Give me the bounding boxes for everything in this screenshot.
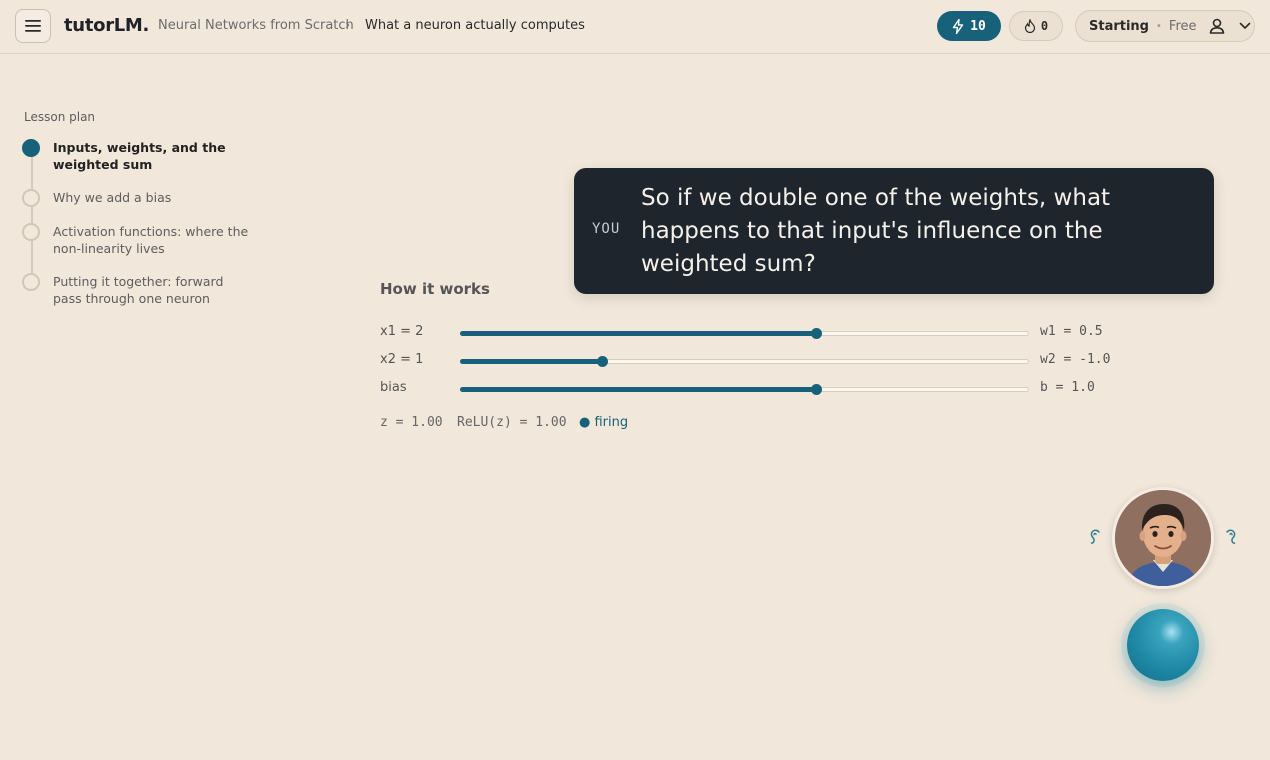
logo[interactable]: tutorLM. (64, 15, 149, 36)
slider-label: x1 = 2 (380, 324, 424, 339)
voice-orb[interactable] (1127, 609, 1199, 681)
slider-value: w2 = -1.0 (1040, 352, 1111, 367)
breadcrumb-lesson: What a neuron actually computes (365, 18, 585, 33)
speech-message: So if we double one of the weights, what… (641, 185, 1111, 277)
slider-label: x2 = 1 (380, 352, 424, 367)
step-node (22, 223, 40, 241)
tutor-avatar[interactable] (1112, 487, 1214, 589)
lightning-icon (952, 18, 964, 34)
streak-badge[interactable]: 0 (1009, 11, 1063, 41)
slider-bias[interactable]: bias b = 1.0 (380, 379, 1120, 399)
speech-bubble: YOU So if we double one of the weights, … (574, 168, 1214, 294)
slider-fill (460, 331, 816, 336)
slider-x2[interactable]: x2 = 1 w2 = -1.0 (380, 351, 1120, 371)
energy-badge[interactable]: 10 (937, 11, 1001, 41)
firing-status: ● firing (579, 415, 629, 430)
flame-icon (1024, 19, 1035, 33)
slider-value: w1 = 0.5 (1040, 324, 1103, 339)
speaker-label: YOU (592, 221, 621, 237)
account-menu[interactable]: Starting • Free (1075, 10, 1255, 42)
relu-value: ReLU(z) = 1.00 (457, 415, 567, 430)
breadcrumb-course[interactable]: Neural Networks from Scratch (158, 18, 354, 33)
slider-value: b = 1.0 (1040, 380, 1095, 395)
z-value: z = 1.00 (380, 415, 443, 430)
lesson-step-label: Activation functions: where the non-line… (53, 224, 249, 256)
slider-fill (460, 387, 816, 392)
lesson-timeline (31, 150, 33, 288)
step-node-active (22, 139, 40, 157)
plan-separator: • (1156, 20, 1162, 32)
ear-icon (1090, 529, 1100, 544)
widget-title: How it works (380, 280, 490, 298)
slider-fill (460, 359, 603, 364)
slider-label: bias (380, 380, 407, 395)
plan-level: Starting (1089, 18, 1149, 34)
lesson-step-label: Putting it together: forward pass throug… (53, 274, 224, 306)
breadcrumb-separator: › (345, 18, 351, 33)
hamburger-icon (25, 20, 41, 32)
plan-tier: Free (1168, 18, 1197, 34)
menu-button[interactable] (15, 9, 51, 43)
slider-thumb[interactable] (597, 356, 609, 367)
lesson-step-label: Inputs, weights, and the weighted sum (53, 140, 226, 172)
energy-count: 10 (970, 18, 986, 34)
ear-icon (1226, 529, 1236, 544)
slider-thumb[interactable] (810, 328, 822, 339)
user-icon (1209, 18, 1224, 34)
slider-thumb[interactable] (810, 384, 822, 395)
lesson-plan-title: Lesson plan (24, 110, 96, 124)
tutor-portrait (1115, 490, 1211, 586)
step-node (22, 273, 40, 291)
lesson-step-label: Why we add a bias (53, 190, 172, 205)
step-node (22, 189, 40, 207)
streak-count: 0 (1040, 19, 1049, 33)
chevron-down-icon (1239, 22, 1250, 30)
top-bar: tutorLM. Neural Networks from Scratch › … (0, 0, 1270, 54)
slider-x1[interactable]: x1 = 2 w1 = 0.5 (380, 323, 1120, 343)
